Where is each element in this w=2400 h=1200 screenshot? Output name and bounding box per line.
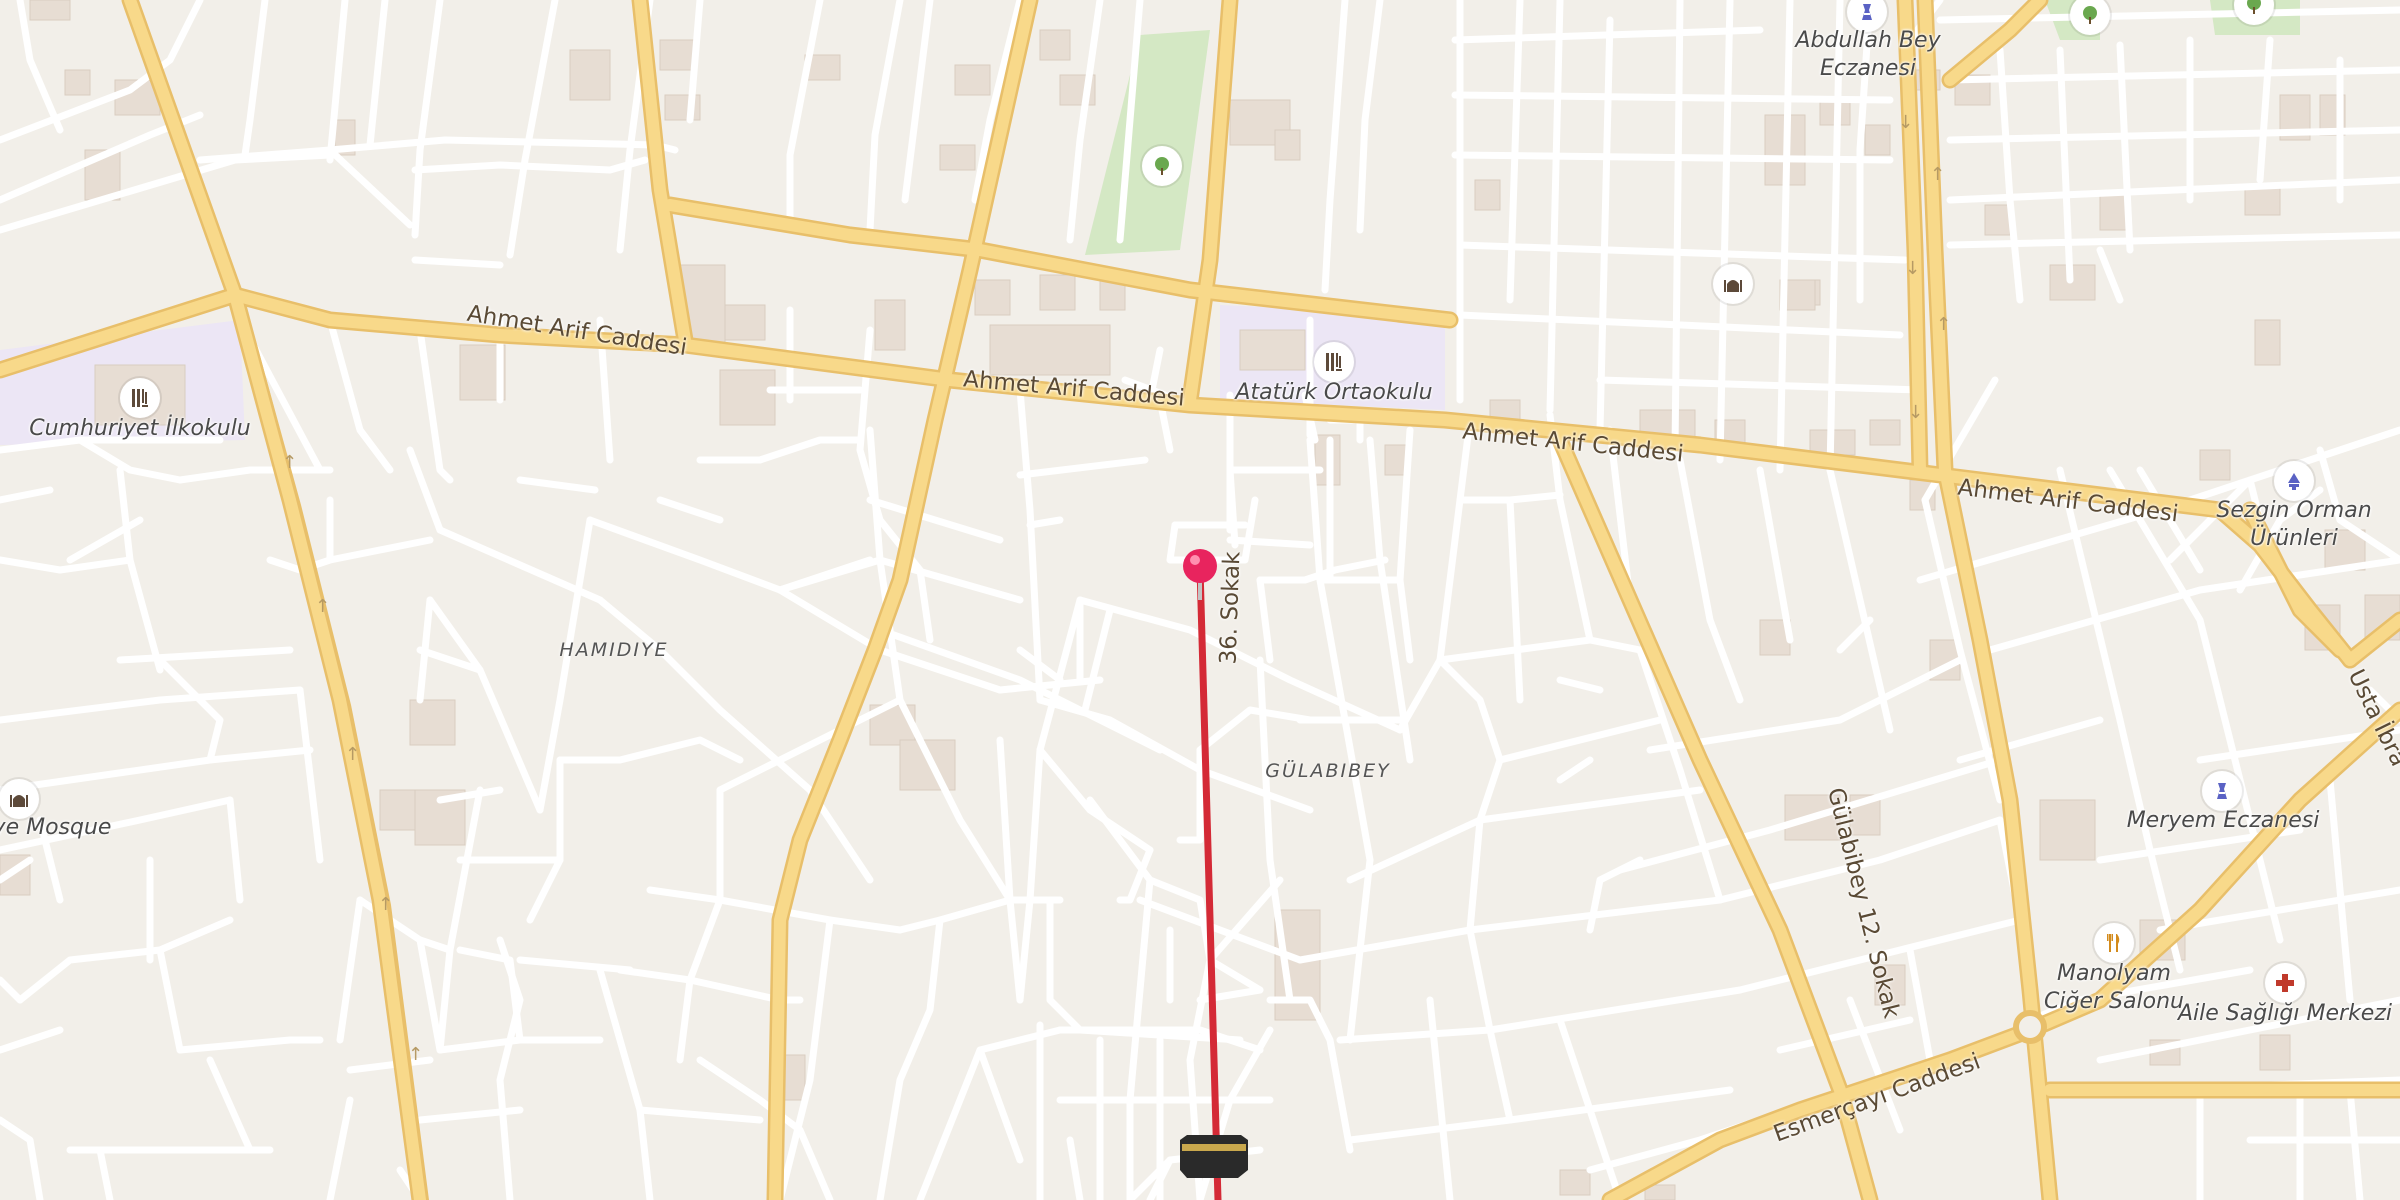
- svg-text:↑: ↑: [345, 744, 360, 765]
- svg-text:↓: ↓: [1908, 402, 1923, 423]
- svg-text:↑: ↑: [378, 894, 393, 915]
- map-base: ↑ ↑ ↑ ↑ ↑ ↓ ↓ ↓ ↑ ↑: [0, 0, 2400, 1200]
- mosque-icon[interactable]: [1713, 264, 1753, 304]
- svg-text:↑: ↑: [408, 1044, 423, 1065]
- mosque-icon[interactable]: [0, 779, 39, 819]
- clinic-icon[interactable]: [2265, 963, 2305, 1003]
- svg-text:↑: ↑: [1936, 314, 1951, 335]
- school-icon[interactable]: [120, 378, 160, 418]
- tree-icon: [1142, 146, 1182, 186]
- poi-label-meryem: Meryem Eczanesi: [2126, 808, 2320, 833]
- svg-text:↑: ↑: [282, 452, 297, 473]
- svg-text:↓: ↓: [1905, 258, 1920, 279]
- poi-label-manolyam: Manolyam Ciğer Salonu: [2044, 961, 2184, 1014]
- poi-label-aile: Aile Sağlığı Merkezi: [2177, 1001, 2393, 1026]
- svg-text:↑: ↑: [315, 596, 330, 617]
- pin-icon: [1183, 549, 1217, 600]
- district-label-hamidiye: HAMIDIYE: [559, 639, 669, 661]
- poi-label-abdullah: Abdullah Bey Eczanesi: [1795, 28, 1941, 81]
- pharmacy-icon[interactable]: [2202, 771, 2242, 811]
- poi-label-cumhuriyet: Cumhuriyet İlkokulu: [29, 416, 251, 441]
- district-label-gulabibey: GÜLABIBEY: [1265, 760, 1391, 782]
- school-icon[interactable]: [1314, 342, 1354, 382]
- kaaba-icon: [1180, 1135, 1248, 1178]
- poi-label-sezgin: Sezgin Orman Ürünleri: [2216, 498, 2372, 551]
- map-canvas[interactable]: ↑ ↑ ↑ ↑ ↑ ↓ ↓ ↓ ↑ ↑ Ahmet Arif Caddesi A…: [0, 0, 2400, 1200]
- restaurant-icon[interactable]: [2094, 923, 2134, 963]
- park-area: [1085, 30, 1210, 255]
- svg-text:↓: ↓: [1898, 112, 1913, 133]
- svg-text:↑: ↑: [1930, 164, 1945, 185]
- poi-label-mosque: ye Mosque: [0, 815, 112, 840]
- shop-icon[interactable]: [2274, 461, 2314, 501]
- poi-label-ataturk: Atatürk Ortaokulu: [1235, 380, 1433, 405]
- street-label-sokak-36: 36. Sokak: [1215, 551, 1246, 665]
